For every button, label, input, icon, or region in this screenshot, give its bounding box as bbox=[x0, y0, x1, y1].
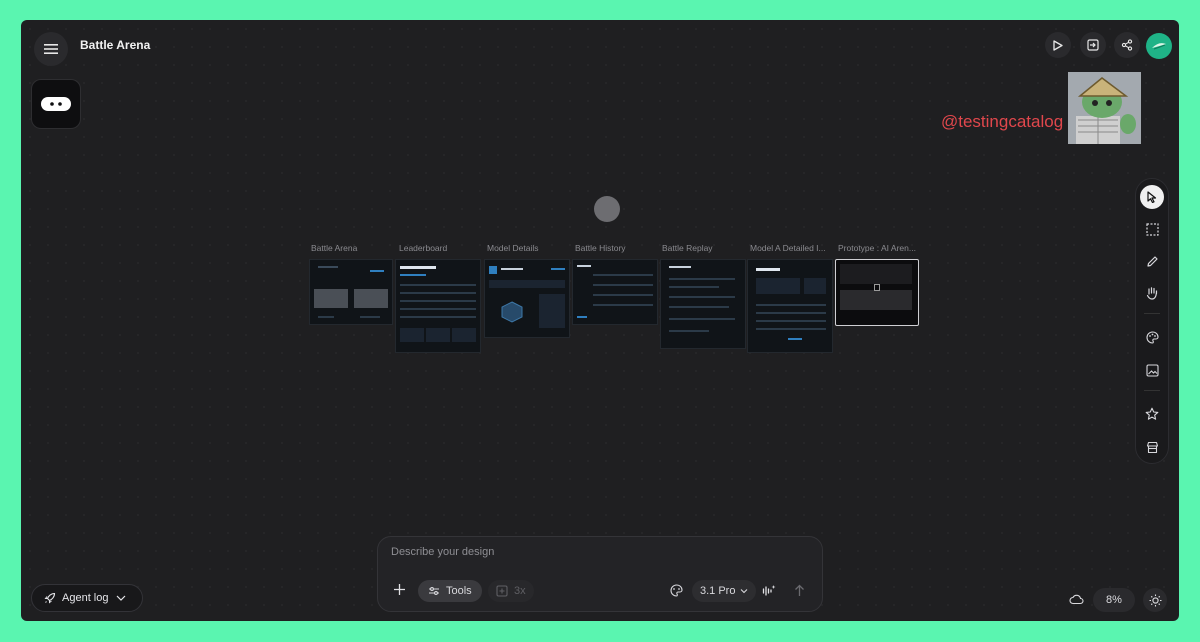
send-button[interactable] bbox=[794, 584, 805, 597]
export-icon bbox=[1087, 39, 1099, 51]
image-tool[interactable] bbox=[1140, 358, 1164, 382]
screen-thumbnail-model-details[interactable] bbox=[484, 259, 570, 338]
mascot-image bbox=[1068, 72, 1141, 144]
screen-thumbnail-leaderboard[interactable] bbox=[395, 259, 481, 353]
select-tool[interactable] bbox=[1140, 185, 1164, 209]
rocket-icon bbox=[44, 592, 56, 604]
avatar-icon bbox=[1152, 43, 1166, 50]
marquee-icon bbox=[1145, 222, 1159, 236]
model-label: 3.1 Pro bbox=[700, 585, 736, 597]
share-icon bbox=[1121, 39, 1133, 51]
store-tool[interactable] bbox=[1140, 435, 1164, 459]
model-selector[interactable]: 3.1 Pro bbox=[692, 580, 757, 602]
palette-icon bbox=[670, 584, 683, 597]
tool-palette bbox=[1135, 178, 1169, 464]
zoom-level[interactable]: 8% bbox=[1093, 588, 1135, 612]
tools-label: Tools bbox=[446, 585, 472, 597]
multiplier-button[interactable]: 3x bbox=[488, 580, 534, 602]
sliders-icon bbox=[429, 587, 439, 595]
chevron-down-icon bbox=[117, 595, 126, 601]
cursor-indicator bbox=[594, 196, 620, 222]
screen-thumbnail-battle-replay[interactable] bbox=[660, 259, 746, 349]
add-button[interactable] bbox=[393, 583, 406, 596]
hand-icon bbox=[1146, 287, 1157, 300]
image-icon bbox=[1145, 363, 1159, 377]
pencil-tool[interactable] bbox=[1140, 249, 1164, 273]
screen-label: Battle History bbox=[575, 243, 626, 253]
prompt-box[interactable]: Describe your design Tools 3x 3.1 Pro bbox=[377, 536, 823, 612]
palette-tool[interactable] bbox=[1140, 325, 1164, 349]
favorites-tool[interactable] bbox=[1140, 402, 1164, 426]
chat-bubble-icon bbox=[41, 97, 71, 111]
chevron-down-icon bbox=[741, 589, 748, 594]
pointer-icon bbox=[1147, 191, 1157, 203]
screen-thumbnail-prototype[interactable] bbox=[835, 259, 919, 326]
tools-button[interactable]: Tools bbox=[418, 580, 482, 602]
screen-label: Model A Detailed I... bbox=[750, 243, 826, 253]
screen-label: Leaderboard bbox=[399, 243, 448, 253]
plus-icon bbox=[394, 584, 405, 595]
cloud-sync-button[interactable] bbox=[1069, 593, 1084, 605]
play-button[interactable] bbox=[1045, 32, 1071, 58]
share-button[interactable] bbox=[1114, 32, 1140, 58]
screen-label: Prototype : AI Aren... bbox=[838, 243, 916, 253]
voice-sparkle-icon bbox=[762, 585, 776, 596]
app-logo[interactable] bbox=[31, 79, 81, 129]
agent-log-label: Agent log bbox=[62, 592, 109, 604]
theme-button[interactable] bbox=[670, 584, 683, 597]
multiplier-label: 3x bbox=[514, 585, 526, 597]
screen-label: Model Details bbox=[487, 243, 539, 253]
export-button[interactable] bbox=[1080, 32, 1106, 58]
theme-toggle-button[interactable] bbox=[1143, 588, 1167, 612]
palette-icon bbox=[1146, 330, 1159, 344]
watermark-text: @testingcatalog bbox=[941, 112, 1064, 131]
page-title: Battle Arena bbox=[80, 38, 151, 52]
prompt-input[interactable]: Describe your design bbox=[391, 546, 494, 558]
screen-thumbnail-battle-history[interactable] bbox=[572, 259, 658, 325]
avatar[interactable] bbox=[1146, 33, 1172, 59]
pencil-icon bbox=[1146, 255, 1158, 267]
menu-button[interactable] bbox=[34, 32, 68, 66]
marquee-tool[interactable] bbox=[1140, 217, 1164, 241]
screen-label: Battle Arena bbox=[311, 243, 358, 253]
app-window: Battle Arena @testingcatalog Battle Aren… bbox=[21, 20, 1179, 621]
add-frame-icon bbox=[496, 585, 508, 597]
store-icon bbox=[1146, 441, 1158, 453]
hexagon-chart-icon bbox=[501, 301, 523, 323]
play-icon bbox=[1053, 39, 1063, 51]
arrow-up-icon bbox=[795, 584, 804, 596]
agent-log-button[interactable]: Agent log bbox=[31, 584, 143, 612]
hamburger-icon bbox=[44, 44, 58, 54]
hand-tool[interactable] bbox=[1140, 281, 1164, 305]
screen-label: Battle Replay bbox=[662, 243, 713, 253]
sun-icon bbox=[1149, 594, 1161, 606]
screen-thumbnail-battle-arena[interactable] bbox=[309, 259, 393, 325]
voice-button[interactable] bbox=[762, 584, 776, 598]
star-icon bbox=[1145, 407, 1159, 420]
cloud-icon bbox=[1069, 594, 1084, 605]
screen-thumbnail-model-a-detailed[interactable] bbox=[747, 259, 833, 353]
